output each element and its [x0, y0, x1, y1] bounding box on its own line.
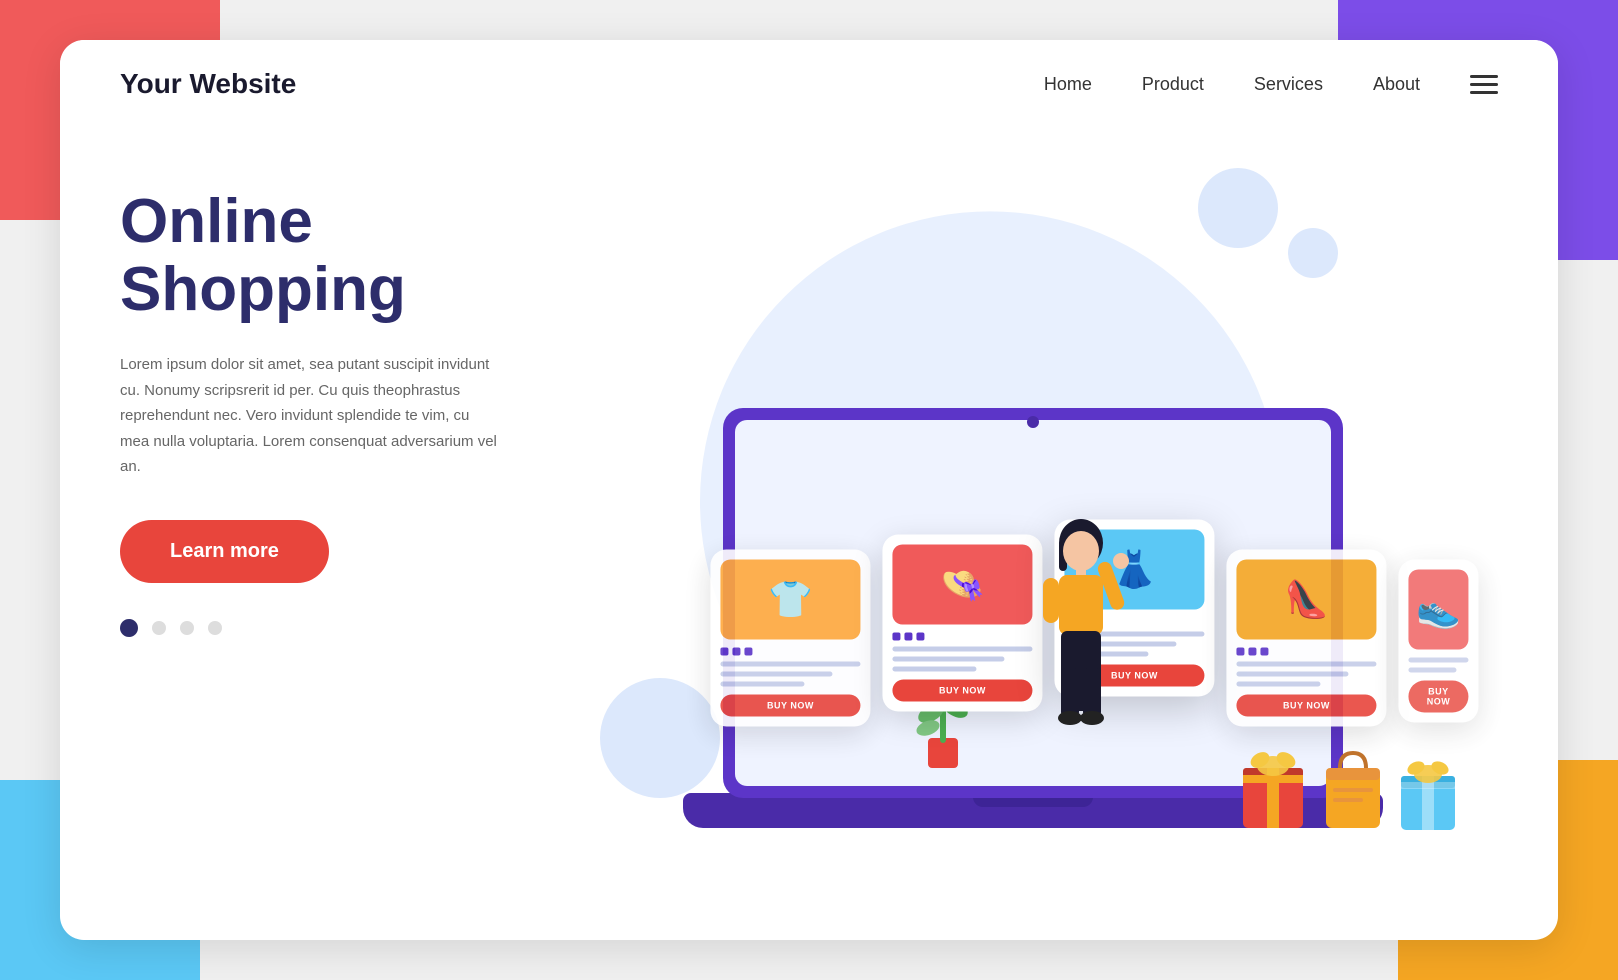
nav-item-product[interactable]: Product [1142, 74, 1204, 95]
product-img-4: 👠 [1236, 560, 1376, 640]
card-squares-2 [892, 633, 1032, 641]
gift-svg-2 [1398, 758, 1458, 833]
line2 [892, 657, 1004, 662]
dot-1[interactable] [120, 619, 138, 637]
product-img-1: 👕 [720, 560, 860, 640]
product-img-2: 👒 [892, 545, 1032, 625]
card-lines-2 [892, 647, 1032, 672]
hero-illustration: 👕 BUY NOW [540, 148, 1498, 878]
product-card-4: 👠 BUY NOW [1226, 550, 1386, 727]
dot-2[interactable] [152, 621, 166, 635]
buy-now-btn-4[interactable]: BUY NOW [1236, 695, 1376, 717]
card-lines-1 [720, 662, 860, 687]
line3 [892, 667, 976, 672]
hero-title-line1: Online [120, 187, 313, 256]
line3 [720, 682, 804, 687]
sq1 [892, 633, 900, 641]
product-card-5: 👟 BUY NOW [1398, 560, 1478, 723]
pagination-dots [120, 619, 540, 637]
sq1 [720, 648, 728, 656]
line1 [720, 662, 860, 667]
gift-box-2 [1398, 758, 1458, 838]
line2 [1236, 672, 1348, 677]
nav-item-home[interactable]: Home [1044, 74, 1092, 95]
line2 [1408, 668, 1456, 673]
card-squares-4 [1236, 648, 1376, 656]
gift-svg-1 [1238, 748, 1308, 833]
dot-3[interactable] [180, 621, 194, 635]
hamburger-line2 [1470, 83, 1498, 86]
line1 [1408, 658, 1468, 663]
line1 [892, 647, 1032, 652]
hamburger-line1 [1470, 75, 1498, 78]
woman-figure [1021, 513, 1141, 773]
circle-bg-small1 [1198, 168, 1278, 248]
line3 [1236, 682, 1320, 687]
dot-4[interactable] [208, 621, 222, 635]
sq3 [1260, 648, 1268, 656]
nav-link-services[interactable]: Services [1254, 74, 1323, 94]
hamburger-line3 [1470, 91, 1498, 94]
buy-now-btn-5[interactable]: BUY NOW [1408, 681, 1468, 713]
hamburger-menu[interactable] [1470, 75, 1498, 94]
sq3 [744, 648, 752, 656]
buy-now-btn-1[interactable]: BUY NOW [720, 695, 860, 717]
hero-description: Lorem ipsum dolor sit amet, sea putant s… [120, 352, 500, 480]
nav-item-services[interactable]: Services [1254, 74, 1323, 95]
nav-link-product[interactable]: Product [1142, 74, 1204, 94]
sq1 [1236, 648, 1244, 656]
circle-bg-small2 [1288, 228, 1338, 278]
nav-item-about[interactable]: About [1373, 74, 1420, 95]
nav-links: Home Product Services About [1044, 74, 1420, 95]
gift-box-1 [1238, 748, 1308, 838]
product-card-2: 👒 BUY NOW [882, 535, 1042, 712]
laptop-camera [1027, 416, 1039, 428]
line1 [1236, 662, 1376, 667]
gift-bag-svg [1318, 748, 1388, 833]
product-card-1: 👕 BUY NOW [710, 550, 870, 727]
hero-left: Online Shopping Lorem ipsum dolor sit am… [120, 148, 540, 878]
hero-title-line2: Shopping [120, 255, 406, 324]
line2 [720, 672, 832, 677]
hero-section: Online Shopping Lorem ipsum dolor sit am… [60, 128, 1558, 918]
sq2 [732, 648, 740, 656]
navbar: Your Website Home Product Services About [60, 40, 1558, 128]
gift-bag [1318, 748, 1388, 838]
nav-link-about[interactable]: About [1373, 74, 1420, 94]
card-lines-4 [1236, 662, 1376, 687]
card-squares-1 [720, 648, 860, 656]
woman-svg [1021, 513, 1141, 773]
sq3 [916, 633, 924, 641]
main-card: Your Website Home Product Services About [60, 40, 1558, 940]
learn-more-button[interactable]: Learn more [120, 520, 329, 583]
nav-link-home[interactable]: Home [1044, 74, 1092, 94]
brand-logo[interactable]: Your Website [120, 68, 296, 100]
hero-title: Online Shopping [120, 188, 540, 324]
gift-boxes [1238, 748, 1458, 838]
card-lines-5 [1408, 658, 1468, 673]
sq2 [1248, 648, 1256, 656]
buy-now-btn-2[interactable]: BUY NOW [892, 680, 1032, 702]
sq2 [904, 633, 912, 641]
product-img-5: 👟 [1408, 570, 1468, 650]
